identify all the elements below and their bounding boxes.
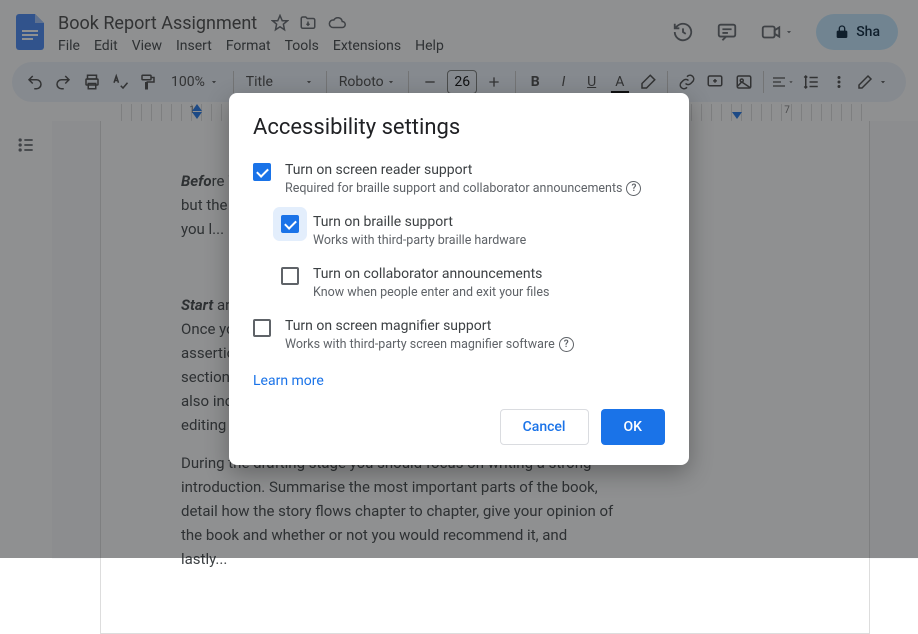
- learn-more-link[interactable]: Learn more: [253, 373, 324, 389]
- magnifier-label: Turn on screen magnifier support: [285, 318, 574, 334]
- ok-button[interactable]: OK: [601, 409, 666, 445]
- screen-reader-checkbox[interactable]: [253, 163, 271, 181]
- screen-reader-label: Turn on screen reader support: [285, 162, 641, 178]
- collaborator-checkbox[interactable]: [281, 267, 299, 285]
- braille-label: Turn on braille support: [313, 214, 526, 230]
- magnifier-checkbox[interactable]: [253, 319, 271, 337]
- braille-checkbox[interactable]: [281, 215, 299, 233]
- collaborator-label: Turn on collaborator announcements: [313, 266, 549, 282]
- dialog-title: Accessibility settings: [253, 115, 665, 140]
- help-icon[interactable]: ?: [626, 181, 641, 196]
- accessibility-dialog: Accessibility settings Turn on screen re…: [229, 93, 689, 465]
- cancel-button[interactable]: Cancel: [500, 409, 589, 445]
- modal-overlay: Accessibility settings Turn on screen re…: [0, 0, 918, 558]
- help-icon[interactable]: ?: [559, 337, 574, 352]
